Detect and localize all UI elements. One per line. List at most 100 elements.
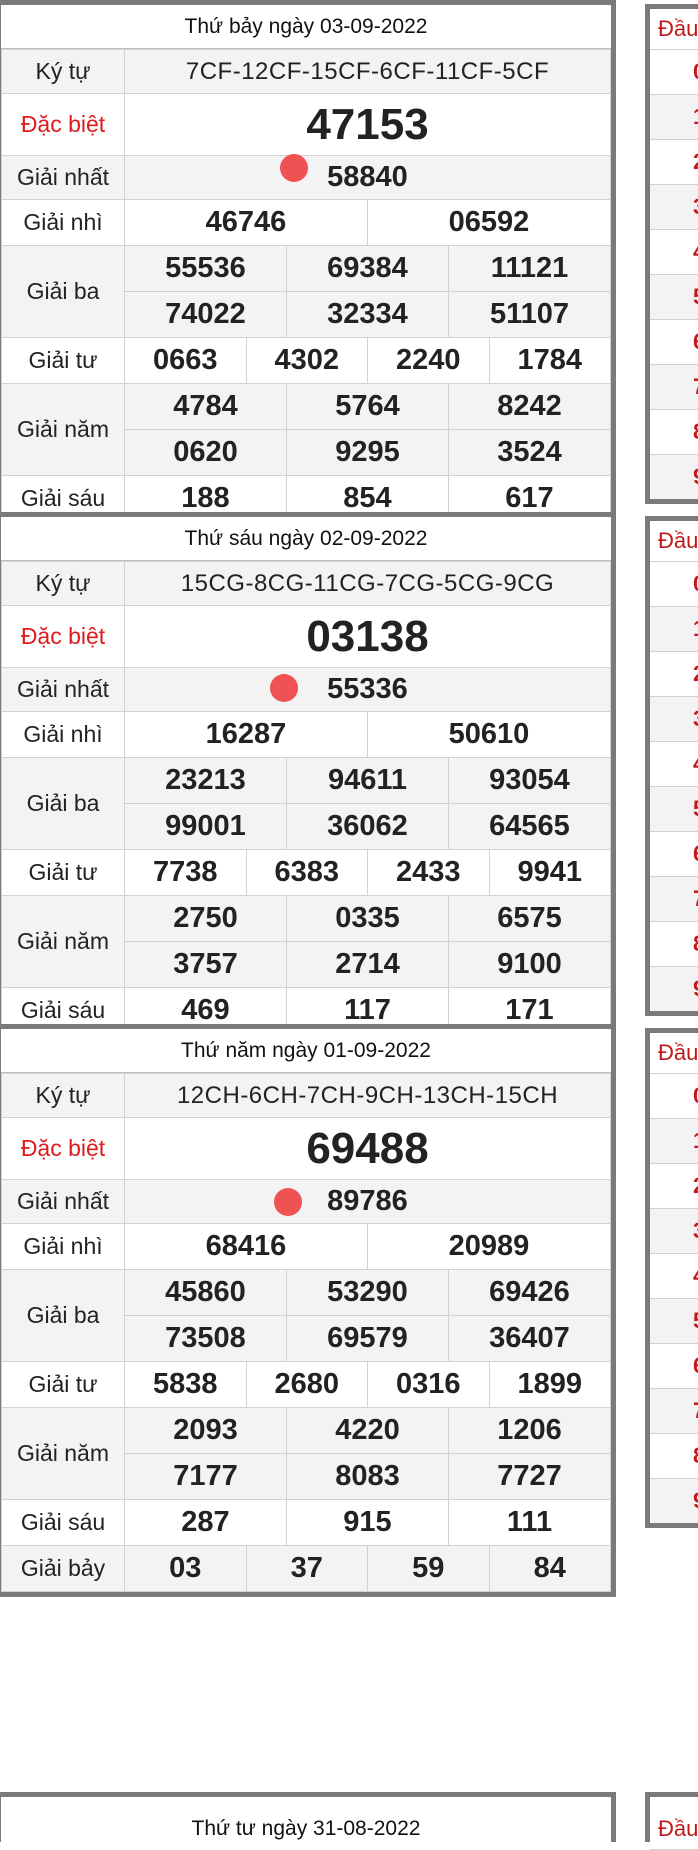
giai-tu-row: Giải tư 0663 4302 2240 1784 xyxy=(1,337,611,384)
giai-ba-value: 36062 xyxy=(286,803,449,850)
dau-digit: 9 xyxy=(650,967,698,1011)
ky-tu-row: Ký tự 7CF-12CF-15CF-6CF-11CF-5CF xyxy=(1,49,611,94)
draw-date-caption: Thứ sáu ngày 02-09-2022 xyxy=(1,517,611,561)
giai-nhi-label: Giải nhì xyxy=(1,199,125,246)
dac-biet-value: 47153 xyxy=(124,93,611,156)
dau-digit: 3 xyxy=(650,697,698,742)
ky-tu-row: Ký tự 12CH-6CH-7CH-9CH-13CH-15CH xyxy=(1,1073,611,1118)
giai-sau-row: Giải sáu 287 915 111 xyxy=(1,1499,611,1546)
giai-nhi-row: Giải nhì 46746 06592 xyxy=(1,199,611,246)
giai-ba-value: 36407 xyxy=(448,1315,611,1362)
giai-nhi-value: 06592 xyxy=(367,199,611,246)
dau-digit: 6 xyxy=(650,1344,698,1389)
prize-table: Ký tự 15CG-8CG-11CG-7CG-5CG-9CG Đặc biệt… xyxy=(1,561,611,1080)
giai-nam-value: 1206 xyxy=(448,1407,611,1454)
giai-tu-value: 5838 xyxy=(124,1361,247,1408)
giai-ba-value: 32334 xyxy=(286,291,449,338)
giai-nam-value: 8242 xyxy=(448,383,611,430)
dau-loto-table: Đầu 0123456789 xyxy=(645,4,698,504)
dau-digit: 0 xyxy=(650,562,698,607)
giai-nhat-label: Giải nhất xyxy=(1,1179,125,1224)
giai-ba-label: Giải ba xyxy=(1,757,125,850)
draw-date-caption: Thứ năm ngày 01-09-2022 xyxy=(1,1029,611,1073)
dac-biet-value: 69488 xyxy=(124,1117,611,1180)
giai-ba-value: 53290 xyxy=(286,1269,449,1316)
dau-loto-table-partial: Đầu xyxy=(645,1792,698,1850)
dau-digit: 1 xyxy=(650,95,698,140)
giai-nam-label: Giải năm xyxy=(1,383,125,476)
giai-nam-label: Giải năm xyxy=(1,1407,125,1500)
dau-digit: 0 xyxy=(650,50,698,95)
dau-digit: 2 xyxy=(650,652,698,697)
giai-nam-value: 2750 xyxy=(124,895,287,942)
dau-rows: 0123456789 xyxy=(650,50,698,499)
dau-digit: 5 xyxy=(650,275,698,320)
dau-digit: 7 xyxy=(650,365,698,410)
giai-nam-value: 8083 xyxy=(286,1453,449,1500)
giai-ba-row: Giải ba 45860 53290 69426 xyxy=(1,1269,611,1362)
giai-tu-value: 7738 xyxy=(124,849,247,896)
prize-table: Ký tự 7CF-12CF-15CF-6CF-11CF-5CF Đặc biệ… xyxy=(1,49,611,568)
giai-ba-row: Giải ba 23213 94611 93054 xyxy=(1,757,611,850)
giai-nhi-row: Giải nhì 16287 50610 xyxy=(1,711,611,758)
giai-sau-value: 915 xyxy=(286,1499,449,1546)
dau-digit: 4 xyxy=(650,742,698,787)
giai-tu-value: 9941 xyxy=(488,849,611,896)
touch-indicator-dot xyxy=(270,674,298,702)
dau-rows: 0123456789 xyxy=(650,562,698,1011)
giai-nam-value: 6575 xyxy=(448,895,611,942)
dau-digit: 6 xyxy=(650,832,698,877)
giai-ba-value: 45860 xyxy=(124,1269,287,1316)
giai-nam-row: Giải năm 2093 4220 1206 xyxy=(1,1407,611,1500)
dau-loto-table: Đầu 0123456789 xyxy=(645,516,698,1016)
ky-tu-value: 12CH-6CH-7CH-9CH-13CH-15CH xyxy=(124,1073,611,1118)
dac-biet-label: Đặc biệt xyxy=(1,1117,125,1180)
giai-tu-value: 4302 xyxy=(245,337,368,384)
giai-bay-value: 59 xyxy=(367,1545,490,1592)
giai-nhi-value: 20989 xyxy=(367,1223,611,1270)
giai-nhi-value: 50610 xyxy=(367,711,611,758)
giai-nam-value: 4220 xyxy=(286,1407,449,1454)
touch-indicator-dot xyxy=(274,1188,302,1216)
dau-header: Đầu xyxy=(650,9,698,50)
dau-digit: 6 xyxy=(650,320,698,365)
dau-digit: 3 xyxy=(650,185,698,230)
dau-digit: 4 xyxy=(650,230,698,275)
lottery-result-table: Thứ bảy ngày 03-09-2022 Ký tự 7CF-12CF-1… xyxy=(0,0,616,573)
giai-tu-label: Giải tư xyxy=(1,849,125,896)
dac-biet-value: 03138 xyxy=(124,605,611,668)
giai-bay-value: 37 xyxy=(245,1545,368,1592)
giai-nhat-row: Giải nhất 55336 xyxy=(1,667,611,712)
dau-loto-table: Đầu 0123456789 xyxy=(645,1028,698,1528)
giai-sau-label: Giải sáu xyxy=(1,1499,125,1546)
draw-date-caption: Thứ tư ngày 31-08-2022 xyxy=(191,1817,421,1840)
giai-nhi-value: 68416 xyxy=(124,1223,368,1270)
dau-digit: 2 xyxy=(650,140,698,185)
giai-tu-value: 0663 xyxy=(124,337,247,384)
giai-nam-value: 7177 xyxy=(124,1453,287,1500)
giai-ba-value: 51107 xyxy=(448,291,611,338)
dau-digit: 9 xyxy=(650,455,698,499)
giai-sau-value: 111 xyxy=(448,1499,611,1546)
giai-ba-value: 23213 xyxy=(124,757,287,804)
giai-nam-value: 4784 xyxy=(124,383,287,430)
ky-tu-value: 15CG-8CG-11CG-7CG-5CG-9CG xyxy=(124,561,611,606)
giai-nam-value: 9100 xyxy=(448,941,611,988)
draw-date-caption: Thứ bảy ngày 03-09-2022 xyxy=(1,5,611,49)
giai-bay-value: 03 xyxy=(124,1545,247,1592)
giai-nam-value: 5764 xyxy=(286,383,449,430)
giai-nhat-label: Giải nhất xyxy=(1,667,125,712)
dac-biet-row: Đặc biệt 03138 xyxy=(1,605,611,668)
giai-nam-value: 3757 xyxy=(124,941,287,988)
giai-tu-value: 2433 xyxy=(367,849,490,896)
giai-tu-value: 1784 xyxy=(488,337,611,384)
dau-digit: 5 xyxy=(650,787,698,832)
giai-ba-row: Giải ba 55536 69384 11121 xyxy=(1,245,611,338)
giai-tu-value: 6383 xyxy=(245,849,368,896)
giai-bay-label: Giải bảy xyxy=(1,1545,125,1592)
dau-digit: 1 xyxy=(650,1119,698,1164)
giai-bay-row: Giải bảy 03 37 59 84 xyxy=(1,1545,611,1592)
giai-nam-row: Giải năm 4784 5764 8242 xyxy=(1,383,611,476)
touch-indicator-dot xyxy=(280,154,308,182)
dau-header: Đầu xyxy=(650,521,698,562)
